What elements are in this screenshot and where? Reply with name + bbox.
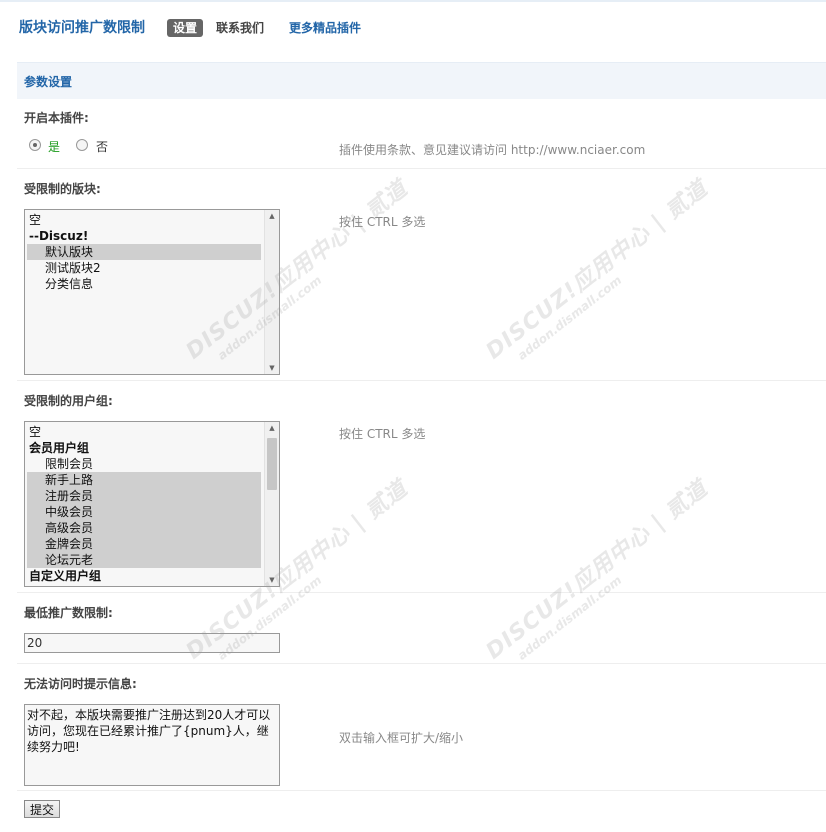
listbox-option[interactable]: 会员用户组	[27, 440, 261, 456]
usergroups-multiselect[interactable]: 空会员用户组 限制会员 新手上路 注册会员 中级会员 高级会员 金牌会员 论坛元老 自定义用户组…	[24, 421, 280, 587]
section-header: 参数设置	[17, 62, 826, 99]
listbox-option[interactable]: 空	[27, 424, 261, 440]
listbox-option[interactable]: 分类信息	[27, 276, 261, 292]
plugin-title: 版块访问推广数限制	[19, 20, 145, 36]
usergroups-scrollbar[interactable]: ▲ ▼	[264, 422, 279, 586]
forums-multiselect[interactable]: 空 --Discuz! 默认版块 测试版块2 分类信息 ▲ ▼	[24, 209, 280, 375]
listbox-option[interactable]: 测试版块2	[27, 260, 261, 276]
radio-no-label[interactable]: 否	[96, 138, 108, 155]
scroll-down-icon[interactable]: ▼	[265, 362, 279, 374]
enable-plugin-label: 开启本插件:	[24, 111, 89, 125]
submit-button[interactable]: 提交	[24, 800, 61, 818]
scroll-up-icon[interactable]: ▲	[265, 422, 279, 434]
listbox-option[interactable]: 高级会员	[27, 520, 261, 536]
scrollbar-thumb[interactable]	[267, 438, 277, 490]
radio-yes[interactable]	[29, 139, 41, 151]
message-textarea[interactable]: 对不起，本版块需要推广注册达到20人才可以访问，您现在已经累计推广了{pnum}…	[24, 704, 280, 786]
usergroups-options: 空会员用户组 限制会员 新手上路 注册会员 中级会员 高级会员 金牌会员 论坛元老 自定义用户组	[27, 424, 261, 584]
watermark-logo: DISCUZ!应用中心 | 贰道 addon.dismall.com	[481, 176, 713, 365]
enable-tip: 插件使用条款、意见建议请访问 http://www.nciaer.com	[339, 143, 646, 157]
forums-scrollbar[interactable]: ▲ ▼	[264, 210, 279, 374]
listbox-option[interactable]: 默认版块	[27, 244, 261, 260]
tab-more-plugins[interactable]: 更多精品插件	[289, 18, 361, 38]
scroll-up-icon[interactable]: ▲	[265, 210, 279, 222]
message-label: 无法访问时提示信息:	[24, 677, 137, 691]
listbox-option[interactable]: 自定义用户组	[27, 568, 261, 584]
divider	[17, 592, 826, 593]
divider	[17, 380, 826, 381]
divider	[17, 663, 826, 664]
radio-no[interactable]	[76, 139, 88, 151]
forums-options: 空 --Discuz! 默认版块 测试版块2 分类信息	[27, 212, 261, 292]
tab-settings[interactable]: 设置	[167, 19, 204, 37]
listbox-option[interactable]: 限制会员	[27, 456, 261, 472]
forums-label: 受限制的版块:	[24, 182, 101, 196]
divider	[17, 168, 826, 169]
listbox-option[interactable]: --Discuz!	[27, 228, 261, 244]
top-border	[0, 0, 826, 2]
top-nav: 版块访问推广数限制 设置 联系我们 更多精品插件	[0, 18, 826, 40]
listbox-option[interactable]: 空	[27, 212, 261, 228]
watermark-logo: DISCUZ!应用中心 | 贰道 addon.dismall.com	[481, 476, 713, 665]
usergroups-tip: 按住 CTRL 多选	[339, 427, 426, 441]
listbox-option[interactable]: 中级会员	[27, 504, 261, 520]
radio-yes-label[interactable]: 是	[48, 138, 60, 155]
listbox-option[interactable]: 论坛元老	[27, 552, 261, 568]
scroll-down-icon[interactable]: ▼	[265, 574, 279, 586]
listbox-option[interactable]: 注册会员	[27, 488, 261, 504]
forums-tip: 按住 CTRL 多选	[339, 215, 426, 229]
message-tip: 双击输入框可扩大/缩小	[339, 731, 464, 745]
listbox-option[interactable]: 金牌会员	[27, 536, 261, 552]
divider	[17, 790, 826, 791]
tab-contact[interactable]: 联系我们	[216, 18, 264, 38]
min-promotion-input[interactable]	[24, 633, 280, 653]
usergroups-label: 受限制的用户组:	[24, 394, 113, 408]
section-title: 参数设置	[24, 75, 73, 89]
listbox-option[interactable]: 新手上路	[27, 472, 261, 488]
min-promotion-label: 最低推广数限制:	[24, 606, 113, 620]
